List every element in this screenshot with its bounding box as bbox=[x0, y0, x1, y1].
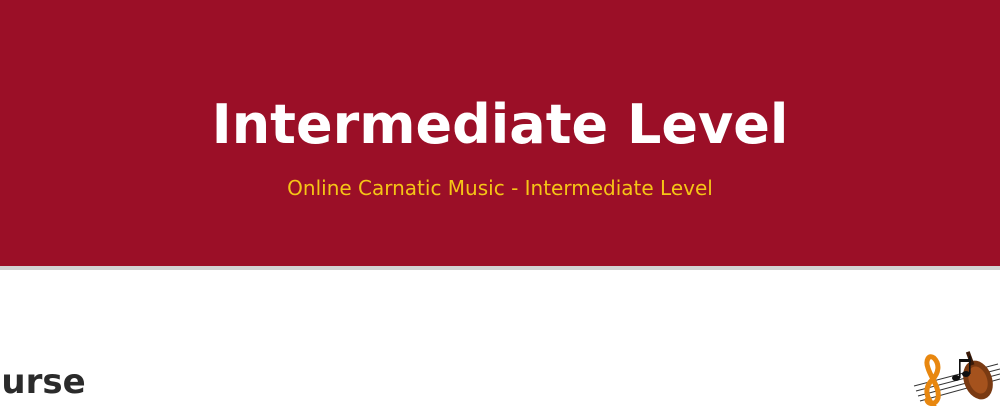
music-notes-violin-icon bbox=[913, 351, 1000, 406]
hero-banner: Intermediate Level Online Carnatic Music… bbox=[0, 0, 1000, 270]
page-subtitle: Online Carnatic Music - Intermediate Lev… bbox=[287, 176, 713, 200]
page-title: Intermediate Level bbox=[211, 93, 789, 156]
section-heading-course: ourse bbox=[0, 362, 86, 402]
